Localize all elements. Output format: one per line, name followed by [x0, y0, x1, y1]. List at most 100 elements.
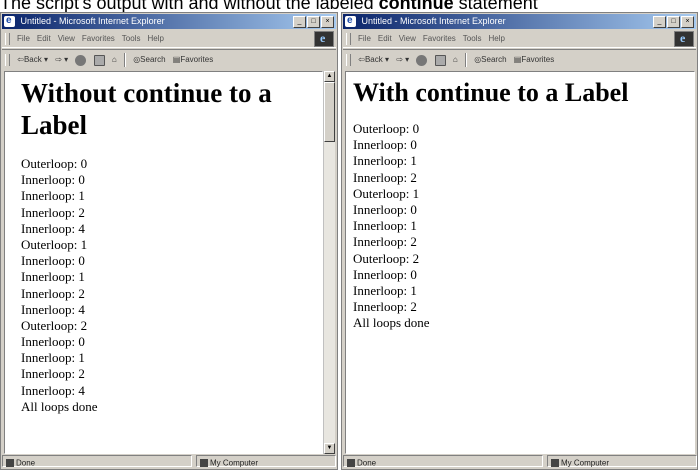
favorites-button[interactable]: ▤Favorites: [514, 50, 554, 70]
status-main: Done: [2, 455, 192, 467]
stop-icon[interactable]: [416, 54, 428, 66]
search-button[interactable]: ◎Search: [474, 50, 506, 70]
output-line: Innerloop: 2: [21, 285, 85, 301]
output-line: Innerloop: 1: [21, 269, 85, 285]
favorites-label: Favorites: [521, 55, 555, 64]
menu-view[interactable]: View: [399, 34, 416, 43]
stop-icon[interactable]: [75, 54, 87, 66]
status-text: Done: [16, 458, 36, 468]
output-line: Outerloop: 2: [353, 250, 420, 266]
window-controls: _ □ ×: [652, 16, 694, 29]
status-zone: My Computer: [547, 455, 697, 467]
menu-tools[interactable]: Tools: [463, 34, 482, 43]
browser-window-without-label: Untitled - Microsoft Internet Explorer _…: [0, 12, 338, 470]
back-label: Back: [23, 55, 42, 64]
menu-favorites[interactable]: Favorites: [82, 34, 115, 43]
output-line: Outerloop: 1: [353, 185, 420, 201]
favorites-label: Favorites: [180, 55, 214, 64]
title-bar[interactable]: Untitled - Microsoft Internet Explorer _…: [343, 14, 696, 29]
home-icon[interactable]: ⌂: [112, 50, 117, 70]
output-line: Innerloop: 0: [353, 137, 417, 153]
menu-tools[interactable]: Tools: [122, 34, 141, 43]
menu-edit[interactable]: Edit: [37, 34, 51, 43]
page-content[interactable]: Without continue to a Label Outerloop: 0…: [4, 71, 323, 454]
title-bar[interactable]: Untitled - Microsoft Internet Explorer _…: [2, 14, 336, 29]
search-button[interactable]: ◎Search: [133, 50, 165, 70]
favorites-button[interactable]: ▤Favorites: [173, 50, 213, 70]
output-lines: Outerloop: 0 Innerloop: 0 Innerloop: 1 I…: [353, 121, 694, 331]
home-icon[interactable]: ⌂: [453, 50, 458, 70]
back-button[interactable]: ⇦Back ▾: [17, 50, 48, 70]
menu-favorites[interactable]: Favorites: [423, 34, 456, 43]
my-computer-icon: [200, 458, 208, 467]
status-bar: Done My Computer: [2, 455, 336, 468]
menu-bar: File Edit View Favorites Tools Help: [2, 30, 336, 48]
output-line: Innerloop: 4: [21, 301, 85, 317]
maximize-icon[interactable]: □: [667, 16, 680, 28]
close-icon[interactable]: ×: [681, 16, 694, 28]
output-line: Innerloop: 1: [353, 153, 417, 169]
maximize-icon[interactable]: □: [307, 16, 320, 28]
ie-throbber-icon: [314, 31, 334, 47]
output-lines: Outerloop: 0 Innerloop: 0 Innerloop: 1 I…: [21, 156, 322, 415]
ie-throbber-icon: [674, 31, 694, 47]
output-line: Innerloop: 4: [21, 382, 85, 398]
page-done-icon: [347, 458, 355, 467]
zone-text: My Computer: [561, 458, 610, 468]
zone-text: My Computer: [210, 458, 259, 468]
page-content[interactable]: With continue to a Label Outerloop: 0 In…: [345, 71, 695, 454]
scroll-thumb[interactable]: [324, 82, 335, 142]
page-heading: Without continue to a Label: [21, 78, 272, 140]
refresh-icon[interactable]: [93, 54, 105, 66]
toolbar-separator: [123, 53, 126, 67]
forward-arrow-icon[interactable]: ⇨ ▾: [55, 50, 68, 70]
output-line: Innerloop: 1: [353, 218, 417, 234]
search-label: Search: [140, 55, 166, 64]
refresh-icon[interactable]: [434, 54, 446, 66]
back-label: Back: [364, 55, 383, 64]
output-line: Outerloop: 2: [21, 317, 88, 333]
menu-grip: [346, 32, 351, 45]
output-line: Innerloop: 0: [21, 253, 85, 269]
menu-grip: [5, 32, 10, 45]
output-line: All loops done: [21, 398, 98, 414]
output-line: Innerloop: 2: [353, 169, 417, 185]
scroll-down-icon[interactable]: ▼: [324, 443, 335, 454]
standard-toolbar: ⇦Back ▾ ⇨ ▾ ⌂ ◎Search ▤Favorites: [2, 49, 336, 70]
output-line: Innerloop: 1: [21, 188, 85, 204]
search-label: Search: [481, 55, 507, 64]
status-main: Done: [343, 455, 543, 467]
output-line: Outerloop: 0: [353, 121, 420, 136]
forward-arrow-icon[interactable]: ⇨ ▾: [396, 50, 409, 70]
close-icon[interactable]: ×: [321, 16, 334, 28]
output-line: Innerloop: 0: [353, 201, 417, 217]
menu-help[interactable]: Help: [147, 34, 163, 43]
output-line: Innerloop: 1: [353, 282, 417, 298]
output-line: Innerloop: 2: [353, 234, 417, 250]
my-computer-icon: [551, 458, 559, 467]
toolbar-grip: [346, 54, 351, 66]
page-done-icon: [6, 458, 14, 467]
menu-help[interactable]: Help: [488, 34, 504, 43]
menu-view[interactable]: View: [58, 34, 75, 43]
toolbar-grip: [5, 54, 10, 66]
vertical-scrollbar[interactable]: ▲ ▼: [323, 71, 335, 454]
menu-bar: File Edit View Favorites Tools Help: [343, 30, 696, 48]
menu-file[interactable]: File: [17, 34, 30, 43]
scroll-up-icon[interactable]: ▲: [324, 71, 335, 82]
output-line: All loops done: [353, 315, 430, 331]
output-line: Innerloop: 0: [21, 334, 85, 350]
status-bar: Done My Computer: [343, 455, 697, 468]
output-line: Innerloop: 0: [21, 172, 85, 188]
minimize-icon[interactable]: _: [653, 16, 666, 28]
standard-toolbar: ⇦Back ▾ ⇨ ▾ ⌂ ◎Search ▤Favorites: [343, 49, 696, 70]
menu-edit[interactable]: Edit: [378, 34, 392, 43]
output-line: Innerloop: 2: [21, 204, 85, 220]
back-button[interactable]: ⇦Back ▾: [358, 50, 389, 70]
output-line: Innerloop: 1: [21, 350, 85, 366]
output-line: Outerloop: 1: [21, 236, 88, 252]
minimize-icon[interactable]: _: [293, 16, 306, 28]
menu-file[interactable]: File: [358, 34, 371, 43]
output-line: Innerloop: 0: [353, 266, 417, 282]
output-line: Innerloop: 4: [21, 220, 85, 236]
